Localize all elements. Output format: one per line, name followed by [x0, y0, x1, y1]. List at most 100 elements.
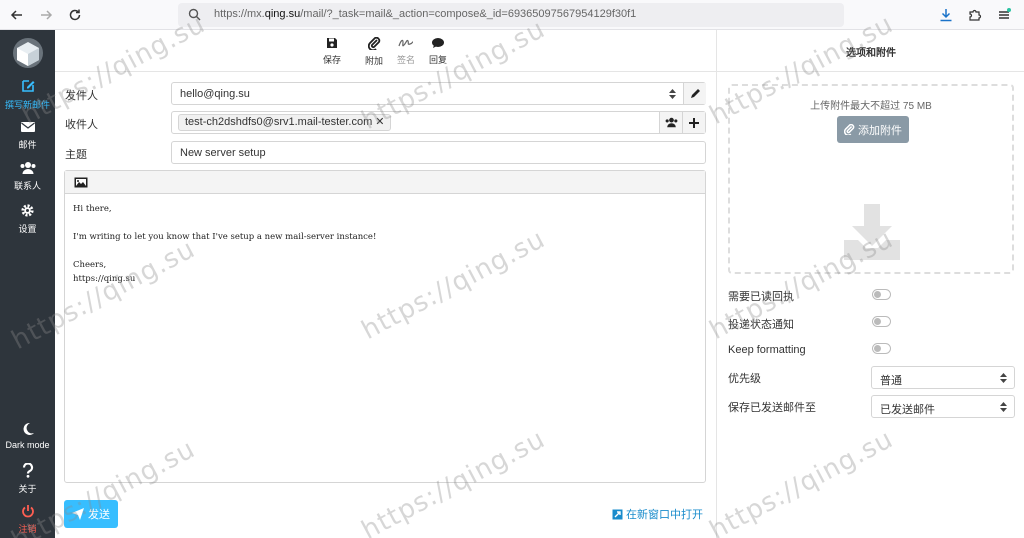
- app-logo: [11, 36, 45, 74]
- sort-arrows-icon: [669, 89, 676, 99]
- delivery-status-toggle[interactable]: [872, 316, 891, 327]
- sidebar-item-settings[interactable]: 设置: [0, 203, 55, 235]
- sidebar-item-label: Dark mode: [5, 440, 50, 450]
- browser-toolbar: https://mx.qing.su/mail/?_task=mail&_act…: [0, 0, 1024, 30]
- sidebar-item-label: 关于: [18, 484, 37, 494]
- paperclip-icon: [844, 124, 855, 135]
- save-label: 保存: [322, 55, 341, 65]
- question-icon: [22, 462, 33, 478]
- users-icon: [665, 117, 677, 128]
- menu-button[interactable]: [995, 6, 1013, 24]
- sidebar-item-label: 撰写新邮件: [4, 100, 50, 110]
- read-receipt-label: 需要已读回执: [728, 291, 794, 303]
- add-header-button[interactable]: [682, 112, 705, 133]
- open-in-new-window-link[interactable]: 在新窗口中打开: [612, 506, 703, 522]
- read-receipt-toggle[interactable]: [872, 289, 891, 300]
- upload-limit-text: 上传附件最大不超过 75 MB: [810, 101, 932, 112]
- attach-label: 附加: [364, 56, 383, 66]
- hamburger-icon: [999, 8, 1011, 19]
- downloads-button[interactable]: [937, 6, 955, 24]
- users-icon: [20, 162, 35, 174]
- add-attachment-button[interactable]: 添加附件: [837, 116, 909, 143]
- attachment-dropzone[interactable]: 上传附件最大不超过 75 MB 添加附件: [728, 84, 1014, 274]
- sidebar-item-compose[interactable]: 撰写新邮件: [0, 78, 55, 111]
- save-sent-value: 已发送邮件: [880, 404, 935, 416]
- paper-plane-icon: [72, 508, 84, 520]
- recipient-chip[interactable]: test-ch2dshdfs0@srv1.mail-tester.com ✕: [178, 114, 392, 131]
- signature-label: 签名: [396, 55, 415, 65]
- sidebar-item-logout[interactable]: 注销: [0, 504, 55, 535]
- address-book-button[interactable]: [659, 112, 682, 133]
- keep-formatting-toggle[interactable]: [872, 343, 891, 354]
- to-input[interactable]: test-ch2dshdfs0@srv1.mail-tester.com ✕: [171, 111, 706, 134]
- message-editor: Hi there, I'm writing to let you know th…: [64, 170, 706, 483]
- power-icon: [21, 505, 34, 518]
- url-text: https://mx.qing.su/mail/?_task=mail&_act…: [214, 8, 637, 20]
- responses-button[interactable]: 回复: [423, 37, 453, 66]
- image-icon[interactable]: [74, 177, 88, 188]
- remove-recipient-icon[interactable]: ✕: [375, 116, 384, 128]
- download-tray-icon: [844, 204, 900, 260]
- sidebar-item-label: 联系人: [13, 181, 41, 191]
- from-value: hello@qing.su: [180, 88, 250, 100]
- floppy-disk-icon: [327, 38, 337, 48]
- subject-input[interactable]: New server setup: [171, 141, 706, 164]
- from-label: 发件人: [65, 90, 98, 102]
- reload-icon: [69, 9, 81, 21]
- external-link-icon: [612, 509, 623, 519]
- send-button[interactable]: 发送: [64, 500, 118, 528]
- edit-identity-button[interactable]: [683, 83, 706, 104]
- cube-logo-icon: [13, 38, 43, 68]
- gear-icon: [21, 204, 34, 217]
- reload-button[interactable]: [66, 6, 84, 24]
- from-select[interactable]: hello@qing.su: [171, 82, 706, 105]
- paperclip-icon: [367, 36, 380, 52]
- compose-toolbar: 保存 附加 签名 回复: [55, 30, 716, 72]
- message-body[interactable]: Hi there, I'm writing to let you know th…: [65, 194, 705, 294]
- download-icon: [940, 9, 952, 22]
- subject-label: 主题: [65, 149, 87, 161]
- sidebar-item-label: 邮件: [18, 140, 37, 150]
- signature-icon: [398, 39, 414, 47]
- priority-select[interactable]: 普通: [871, 366, 1015, 389]
- signature-button[interactable]: 签名: [391, 37, 421, 66]
- extensions-button[interactable]: [966, 6, 984, 24]
- sidebar-item-about[interactable]: 关于: [0, 462, 55, 495]
- delivery-status-label: 投递状态通知: [728, 319, 794, 331]
- arrow-left-icon: [10, 10, 22, 20]
- address-bar[interactable]: https://mx.qing.su/mail/?_task=mail&_act…: [178, 3, 844, 27]
- moon-icon: [23, 422, 34, 435]
- app-sidebar: 撰写新邮件 邮件 联系人 设置 Dark mode 关于 注销: [0, 30, 55, 538]
- add-attachment-label: 添加附件: [858, 124, 902, 137]
- sidebar-item-dark-mode[interactable]: Dark mode: [0, 422, 55, 450]
- plus-icon: [689, 117, 699, 128]
- forward-button[interactable]: [37, 6, 55, 24]
- priority-value: 普通: [880, 375, 902, 387]
- save-sent-label: 保存已发送邮件至: [728, 402, 816, 414]
- search-icon: [188, 8, 201, 21]
- sort-arrows-icon: [1000, 373, 1007, 383]
- puzzle-icon: [969, 9, 982, 21]
- options-header: 选项和附件: [717, 30, 1024, 72]
- options-panel: 选项和附件 上传附件最大不超过 75 MB 添加附件 需要已读回执 投递状态通知…: [716, 30, 1024, 538]
- popout-label: 在新窗口中打开: [626, 509, 703, 521]
- back-button[interactable]: [8, 6, 26, 24]
- subject-value: New server setup: [180, 147, 266, 159]
- sidebar-item-mail[interactable]: 邮件: [0, 120, 55, 151]
- priority-label: 优先级: [728, 373, 761, 385]
- send-label: 发送: [88, 509, 110, 521]
- responses-label: 回复: [428, 55, 447, 65]
- envelope-icon: [20, 122, 35, 132]
- editor-toolbar: [65, 171, 705, 194]
- pencil-icon: [690, 89, 700, 98]
- keep-formatting-label: Keep formatting: [728, 344, 806, 356]
- attach-button[interactable]: 附加: [359, 36, 389, 67]
- pencil-square-icon: [21, 80, 34, 92]
- save-button[interactable]: 保存: [317, 37, 347, 66]
- to-label: 收件人: [65, 119, 98, 131]
- sidebar-item-contacts[interactable]: 联系人: [0, 161, 55, 192]
- options-title: 选项和附件: [846, 48, 896, 59]
- save-sent-select[interactable]: 已发送邮件: [871, 395, 1015, 418]
- comment-icon: [432, 38, 444, 48]
- sort-arrows-icon: [1000, 402, 1007, 412]
